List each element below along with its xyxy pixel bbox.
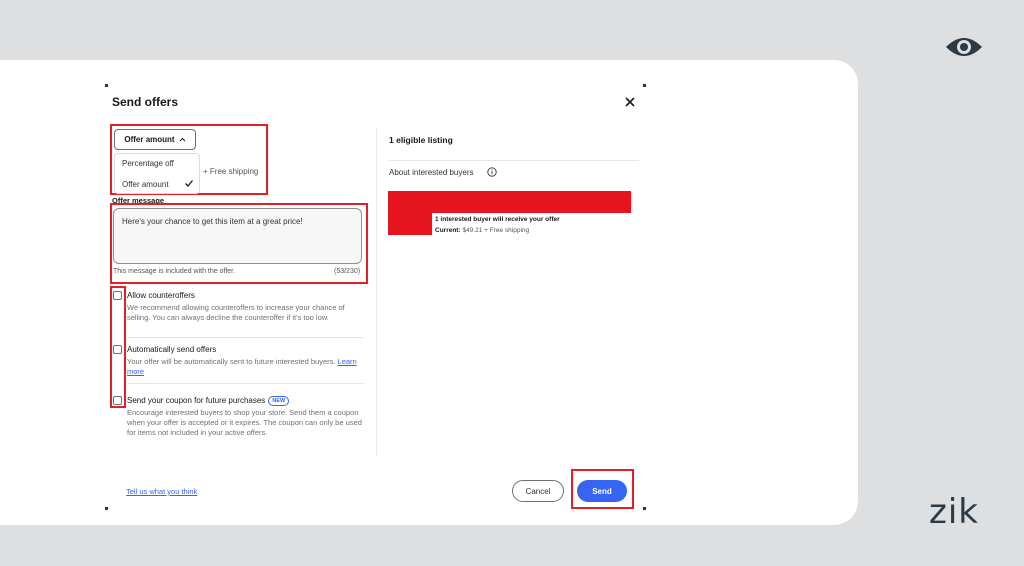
current-price-value: $49.21 + Free shipping	[462, 227, 530, 234]
divider	[127, 383, 364, 384]
allow-counteroffers-checkbox[interactable]	[113, 291, 122, 300]
cancel-button[interactable]: Cancel	[512, 480, 564, 502]
corner-marker	[105, 84, 108, 87]
brand-logo: zik	[929, 492, 979, 532]
auto-send-checkbox[interactable]	[113, 345, 122, 354]
shipping-note: + Free shipping	[203, 167, 259, 176]
chevron-up-icon	[179, 137, 185, 142]
info-icon[interactable]	[487, 167, 497, 177]
option-title: Allow counteroffers	[127, 291, 195, 300]
current-price: Current: $49.21 + Free shipping	[435, 227, 529, 234]
feedback-link[interactable]: Tell us what you think	[126, 487, 197, 496]
option-title-text: Send your coupon for future purchases	[127, 396, 266, 406]
offer-message-input[interactable]: Here's your chance to get this item at a…	[113, 208, 362, 264]
about-buyers-label: About interested buyers	[389, 168, 474, 177]
option-description: We recommend allowing counteroffers to i…	[127, 303, 345, 322]
option-description: Encourage interested buyers to shop your…	[127, 408, 362, 437]
menu-item-percentage[interactable]: Percentage off	[122, 159, 174, 168]
message-hint: This message is included with the offer.	[113, 268, 236, 275]
dialog-title: Send offers	[112, 95, 179, 109]
corner-marker	[105, 507, 108, 510]
option-description-text: Your offer will be automatically sent to…	[127, 357, 336, 366]
send-button[interactable]: Send	[577, 480, 627, 502]
redacted-block	[388, 191, 631, 213]
offer-type-button[interactable]: Offer amount	[114, 129, 196, 150]
menu-item-amount[interactable]: Offer amount	[122, 180, 169, 189]
offer-type-label: Offer amount	[124, 135, 175, 144]
buyer-count-text: 1 interested buyer will receive your off…	[435, 216, 560, 223]
new-badge: NEW	[268, 396, 290, 406]
offer-type-menu: Percentage off Offer amount	[114, 153, 200, 194]
option-description: Your offer will be automatically sent to…	[127, 357, 365, 377]
check-icon	[185, 180, 193, 187]
message-counter: (53/230)	[334, 268, 361, 275]
listing-count: 1 eligible listing	[389, 135, 453, 145]
divider	[389, 160, 639, 161]
option-title: Send your coupon for future purchases NEW	[127, 396, 290, 406]
redacted-image	[388, 211, 432, 235]
option-title: Automatically send offers	[127, 345, 217, 354]
eye-icon	[946, 38, 982, 56]
close-icon[interactable]	[623, 95, 637, 109]
divider	[127, 337, 364, 338]
corner-marker	[643, 507, 646, 510]
column-divider	[376, 128, 377, 455]
current-price-label: Current:	[435, 227, 461, 234]
coupon-checkbox[interactable]	[113, 396, 122, 405]
corner-marker	[643, 84, 646, 87]
